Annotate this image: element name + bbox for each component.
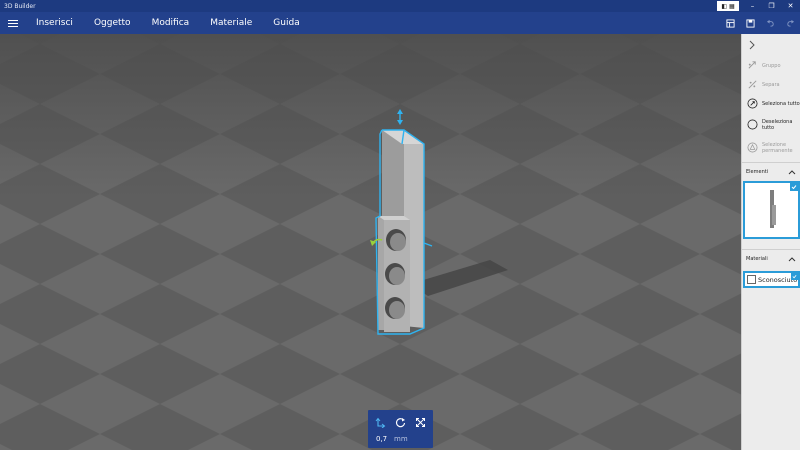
floor-fog <box>0 34 741 450</box>
transform-toolbar: 0,7 mm <box>368 410 433 448</box>
hamburger-menu-icon[interactable] <box>1 12 25 34</box>
group-icon <box>746 60 758 72</box>
3d-model[interactable] <box>378 130 424 332</box>
select-all-icon <box>746 98 758 110</box>
material-swatch <box>747 275 756 284</box>
object-panel: Gruppo Separa Seleziona tutto Deselezion… <box>741 34 800 450</box>
group-button[interactable]: Gruppo <box>742 56 800 75</box>
app-title: 3D Builder <box>4 2 36 10</box>
scene-canvas[interactable] <box>0 34 741 450</box>
restore-icon[interactable]: ❐ <box>762 0 781 12</box>
collapse-panel-button[interactable] <box>742 34 800 56</box>
redo-icon[interactable] <box>780 12 800 34</box>
deselect-all-button[interactable]: Deseleziona tutto <box>742 113 800 136</box>
scale-icon <box>415 417 425 427</box>
title-bar: 3D Builder ◧ ▦ – ❐ ✕ <box>0 0 800 12</box>
checkmark-icon <box>791 273 798 280</box>
transform-value[interactable]: 0,7 <box>376 435 387 443</box>
menu-inserisci[interactable]: Inserisci <box>36 18 73 28</box>
move-icon <box>375 417 385 428</box>
rotate-icon <box>395 417 405 427</box>
separate-button[interactable]: Separa <box>742 75 800 94</box>
deselect-all-icon <box>746 119 758 131</box>
menu-bar: Inserisci Oggetto Modifica Materiale Gui… <box>0 12 800 34</box>
undo-icon[interactable] <box>760 12 780 34</box>
chevron-up-icon <box>788 257 796 262</box>
chevron-up-icon <box>788 170 796 175</box>
save-icon[interactable] <box>740 12 760 34</box>
separate-icon <box>746 79 758 91</box>
material-item[interactable]: Sconosciuto <box>743 271 800 288</box>
window-controls: ◧ ▦ – ❐ ✕ <box>717 0 800 12</box>
checkmark-icon <box>790 183 798 191</box>
materials-header[interactable]: Materiali <box>742 250 800 268</box>
3d-viewport[interactable] <box>0 34 741 450</box>
chevron-right-icon <box>749 40 755 50</box>
permanent-selection-icon <box>746 142 758 154</box>
close-icon[interactable]: ✕ <box>781 0 800 12</box>
permanent-selection-button[interactable]: Selezione permanente <box>742 136 800 159</box>
select-all-button[interactable]: Seleziona tutto <box>742 94 800 113</box>
menu-modifica[interactable]: Modifica <box>152 18 190 28</box>
scale-mode-button[interactable] <box>412 415 428 429</box>
menu-oggetto[interactable]: Oggetto <box>94 18 131 28</box>
menu-materiale[interactable]: Materiale <box>210 18 252 28</box>
element-thumbnail[interactable] <box>743 181 800 239</box>
print-3d-icon[interactable] <box>720 12 740 34</box>
view-mode-icon[interactable]: ◧ ▦ <box>717 1 739 11</box>
model-thumbnail-part <box>772 205 776 225</box>
quick-toolbar <box>720 12 800 34</box>
menu-items: Inserisci Oggetto Modifica Materiale Gui… <box>36 18 321 28</box>
menu-guida[interactable]: Guida <box>273 18 299 28</box>
move-mode-button[interactable] <box>372 415 388 429</box>
elements-header[interactable]: Elementi <box>742 163 800 181</box>
minimize-icon[interactable]: – <box>743 0 762 12</box>
transform-unit: mm <box>394 435 408 443</box>
rotate-mode-button[interactable] <box>392 415 408 429</box>
